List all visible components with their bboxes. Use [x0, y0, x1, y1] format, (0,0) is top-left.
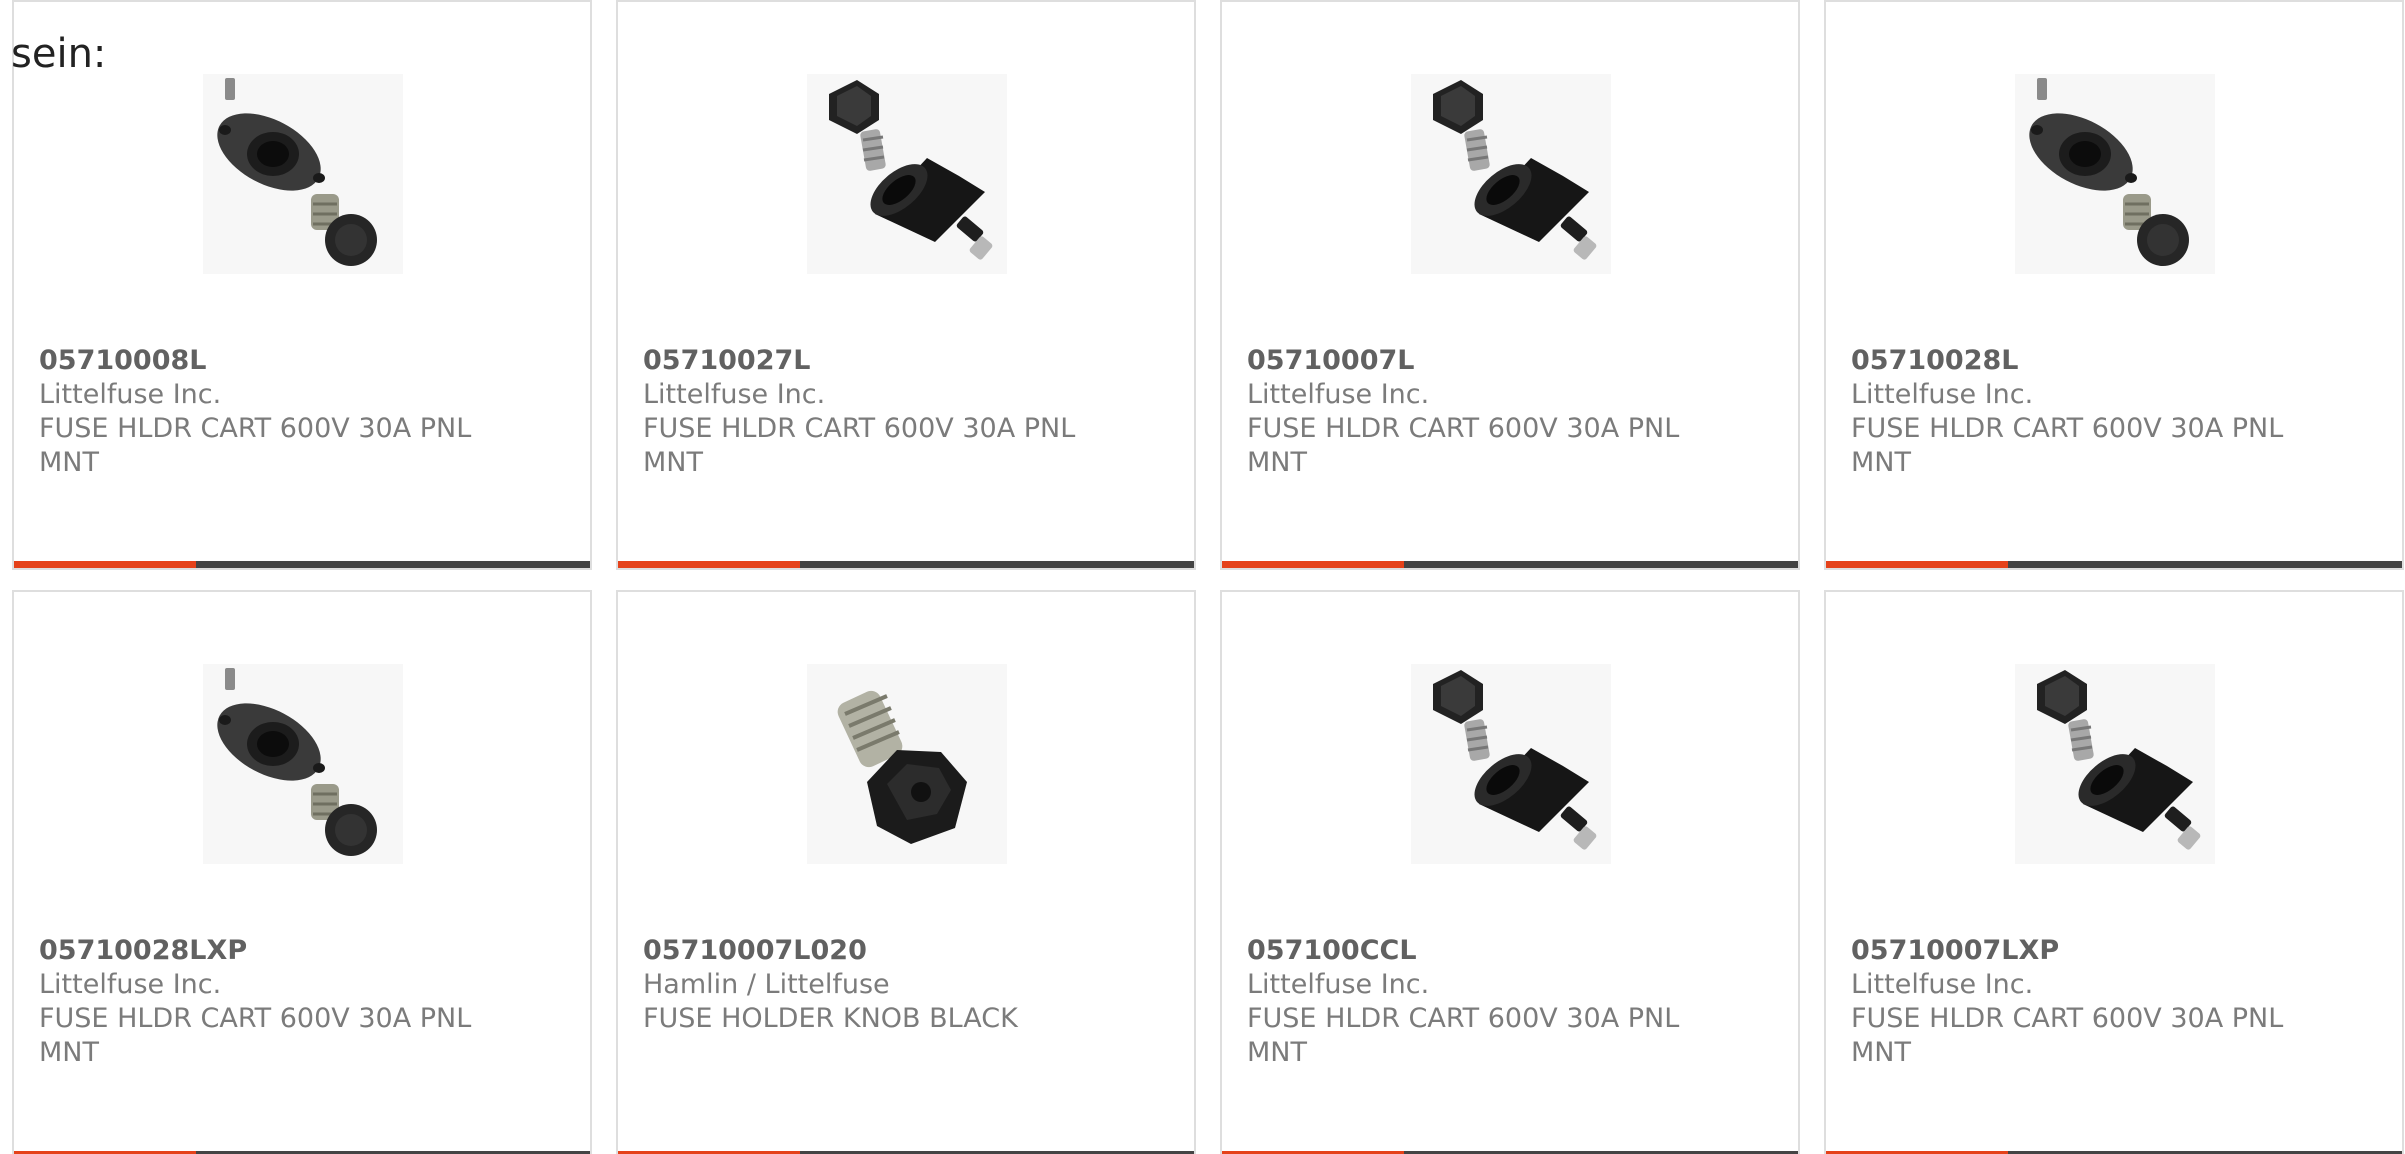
card-accent-segment — [14, 561, 196, 568]
product-card[interactable]: 057100CCL Littelfuse Inc. FUSE HLDR CART… — [1220, 590, 1800, 1154]
manufacturer: Littelfuse Inc. — [643, 379, 826, 410]
part-number[interactable]: 05710007L020 — [643, 934, 1083, 968]
product-image[interactable] — [203, 74, 403, 274]
manufacturer: Littelfuse Inc. — [1247, 379, 1430, 410]
product-image[interactable] — [1411, 664, 1611, 864]
product-card[interactable]: 05710027L Littelfuse Inc. FUSE HLDR CART… — [616, 0, 1196, 570]
product-image[interactable] — [807, 74, 1007, 274]
intro-text: sein: — [11, 31, 107, 77]
part-number[interactable]: 05710008L — [39, 344, 479, 378]
part-number[interactable]: 05710028L — [1851, 344, 2291, 378]
product-card[interactable]: 05710007LXP Littelfuse Inc. FUSE HLDR CA… — [1824, 590, 2404, 1154]
product-card[interactable]: 05710008L Littelfuse Inc. FUSE HLDR CART… — [12, 0, 592, 570]
manufacturer: Hamlin / Littelfuse — [643, 969, 890, 1000]
part-number[interactable]: 05710007LXP — [1851, 934, 2291, 968]
manufacturer: Littelfuse Inc. — [1851, 969, 2034, 1000]
description: FUSE HLDR CART 600V 30A PNL MNT — [39, 413, 472, 478]
product-image[interactable] — [2015, 74, 2215, 274]
manufacturer: Littelfuse Inc. — [1247, 969, 1430, 1000]
product-image[interactable] — [203, 664, 403, 864]
fuse-holder-flange-icon — [217, 78, 377, 266]
product-results-page: sein: 05710008L Littelfuse Inc. FUSE HLD… — [0, 0, 2405, 1154]
manufacturer: Littelfuse Inc. — [1851, 379, 2034, 410]
card-accent-bar — [1222, 561, 1798, 568]
product-card[interactable]: 05710007L020 Hamlin / Littelfuse FUSE HO… — [616, 590, 1196, 1154]
product-image[interactable] — [1411, 74, 1611, 274]
product-card[interactable]: 05710028L Littelfuse Inc. FUSE HLDR CART… — [1824, 0, 2404, 570]
description: FUSE HLDR CART 600V 30A PNL MNT — [1851, 1003, 2284, 1068]
description: FUSE HOLDER KNOB BLACK — [643, 1003, 1018, 1034]
fuse-holder-diagonal-icon — [1433, 80, 1597, 260]
part-number[interactable]: 05710027L — [643, 344, 1083, 378]
product-image[interactable] — [807, 664, 1007, 864]
fuse-holder-diagonal-icon — [2037, 670, 2201, 850]
card-accent-segment — [618, 561, 800, 568]
description: FUSE HLDR CART 600V 30A PNL MNT — [39, 1003, 472, 1068]
manufacturer: Littelfuse Inc. — [39, 379, 222, 410]
part-number[interactable]: 057100CCL — [1247, 934, 1687, 968]
description: FUSE HLDR CART 600V 30A PNL MNT — [1851, 413, 2284, 478]
fuse-knob-icon — [837, 690, 967, 844]
card-accent-bar — [14, 561, 590, 568]
card-accent-bar — [618, 561, 1194, 568]
fuse-holder-flange-icon — [217, 668, 377, 856]
description: FUSE HLDR CART 600V 30A PNL MNT — [1247, 1003, 1680, 1068]
part-number[interactable]: 05710028LXP — [39, 934, 479, 968]
manufacturer: Littelfuse Inc. — [39, 969, 222, 1000]
card-accent-segment — [1222, 561, 1404, 568]
fuse-holder-diagonal-icon — [1433, 670, 1597, 850]
product-card[interactable]: 05710028LXP Littelfuse Inc. FUSE HLDR CA… — [12, 590, 592, 1154]
fuse-holder-flange-icon — [2029, 78, 2189, 266]
product-image[interactable] — [2015, 664, 2215, 864]
card-accent-bar — [1826, 561, 2402, 568]
description: FUSE HLDR CART 600V 30A PNL MNT — [1247, 413, 1680, 478]
fuse-holder-diagonal-icon — [829, 80, 993, 260]
product-card[interactable]: 05710007L Littelfuse Inc. FUSE HLDR CART… — [1220, 0, 1800, 570]
product-grid: 05710008L Littelfuse Inc. FUSE HLDR CART… — [12, 0, 2404, 1154]
part-number[interactable]: 05710007L — [1247, 344, 1687, 378]
description: FUSE HLDR CART 600V 30A PNL MNT — [643, 413, 1076, 478]
card-accent-segment — [1826, 561, 2008, 568]
